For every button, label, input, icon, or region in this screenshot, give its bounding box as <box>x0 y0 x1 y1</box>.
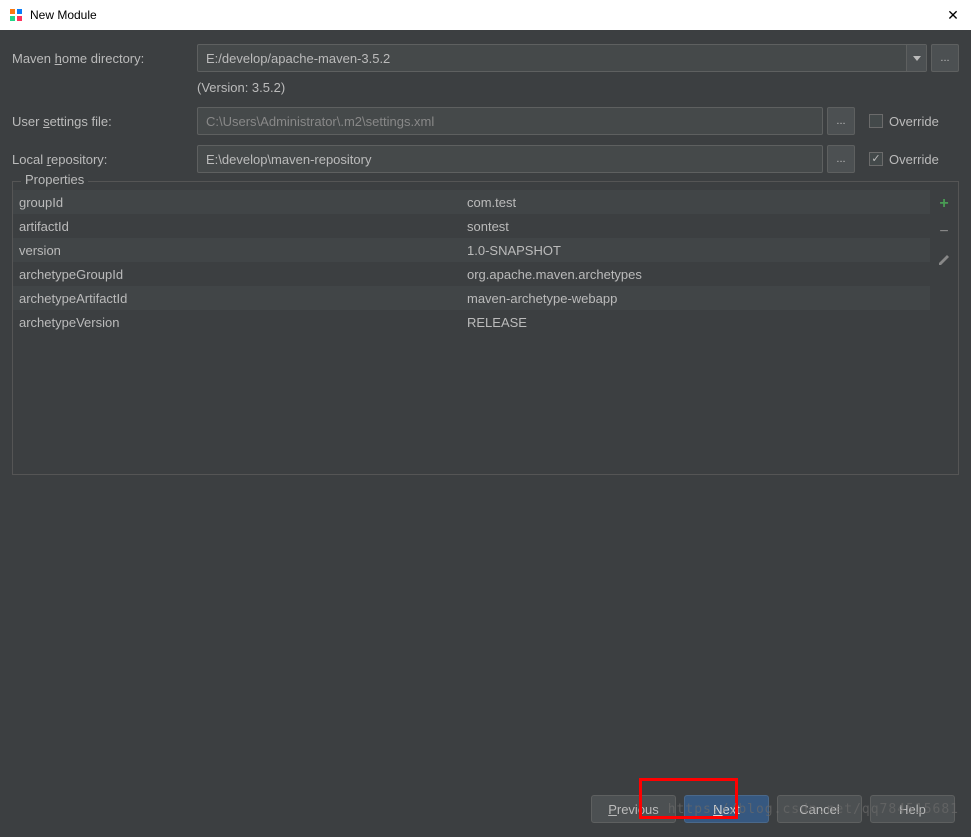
browse-user-settings-button[interactable]: ... <box>827 107 855 135</box>
table-row[interactable]: archetypeArtifactIdmaven-archetype-webap… <box>13 286 930 310</box>
table-row[interactable]: version1.0-SNAPSHOT <box>13 238 930 262</box>
edit-property-button[interactable] <box>934 250 954 270</box>
override-label: Override <box>889 152 939 167</box>
table-row[interactable]: groupIdcom.test <box>13 190 930 214</box>
property-key: artifactId <box>19 219 467 234</box>
close-button[interactable]: ✕ <box>943 7 963 24</box>
add-property-button[interactable]: + <box>934 194 954 214</box>
watermark-text: https://blog.csdn.net/qq784515681 <box>668 802 959 817</box>
table-row[interactable]: archetypeGroupIdorg.apache.maven.archety… <box>13 262 930 286</box>
property-value: org.apache.maven.archetypes <box>467 267 930 282</box>
user-settings-input[interactable] <box>197 107 823 135</box>
user-settings-override-checkbox[interactable] <box>869 114 883 128</box>
table-row[interactable]: archetypeVersionRELEASE <box>13 310 930 334</box>
properties-title: Properties <box>21 172 88 187</box>
browse-local-repo-button[interactable]: ... <box>827 145 855 173</box>
local-repo-override-checkbox[interactable] <box>869 152 883 166</box>
local-repo-label: Local repository: <box>12 152 197 167</box>
maven-home-combo[interactable]: E:/develop/apache-maven-3.5.2 <box>197 44 927 72</box>
property-value: maven-archetype-webapp <box>467 291 930 306</box>
local-repo-input[interactable] <box>197 145 823 173</box>
window-title: New Module <box>30 8 97 22</box>
browse-maven-home-button[interactable]: ... <box>931 44 959 72</box>
property-key: groupId <box>19 195 467 210</box>
user-settings-label: User settings file: <box>12 114 197 129</box>
override-label: Override <box>889 114 939 129</box>
property-key: archetypeArtifactId <box>19 291 467 306</box>
titlebar: New Module ✕ <box>0 0 971 30</box>
app-icon <box>8 7 24 23</box>
property-value: 1.0-SNAPSHOT <box>467 243 930 258</box>
property-key: version <box>19 243 467 258</box>
property-value: sontest <box>467 219 930 234</box>
property-value: RELEASE <box>467 315 930 330</box>
previous-button[interactable]: Previous <box>591 795 676 823</box>
remove-property-button[interactable]: − <box>934 222 954 242</box>
property-value: com.test <box>467 195 930 210</box>
property-key: archetypeGroupId <box>19 267 467 282</box>
properties-panel: Properties groupIdcom.testartifactIdsont… <box>12 181 959 475</box>
property-key: archetypeVersion <box>19 315 467 330</box>
chevron-down-icon[interactable] <box>906 45 926 71</box>
maven-version-text: (Version: 3.5.2) <box>12 80 959 95</box>
table-row[interactable]: artifactIdsontest <box>13 214 930 238</box>
properties-table[interactable]: groupIdcom.testartifactIdsontestversion1… <box>13 190 930 334</box>
maven-home-label: Maven home directory: <box>12 51 197 66</box>
